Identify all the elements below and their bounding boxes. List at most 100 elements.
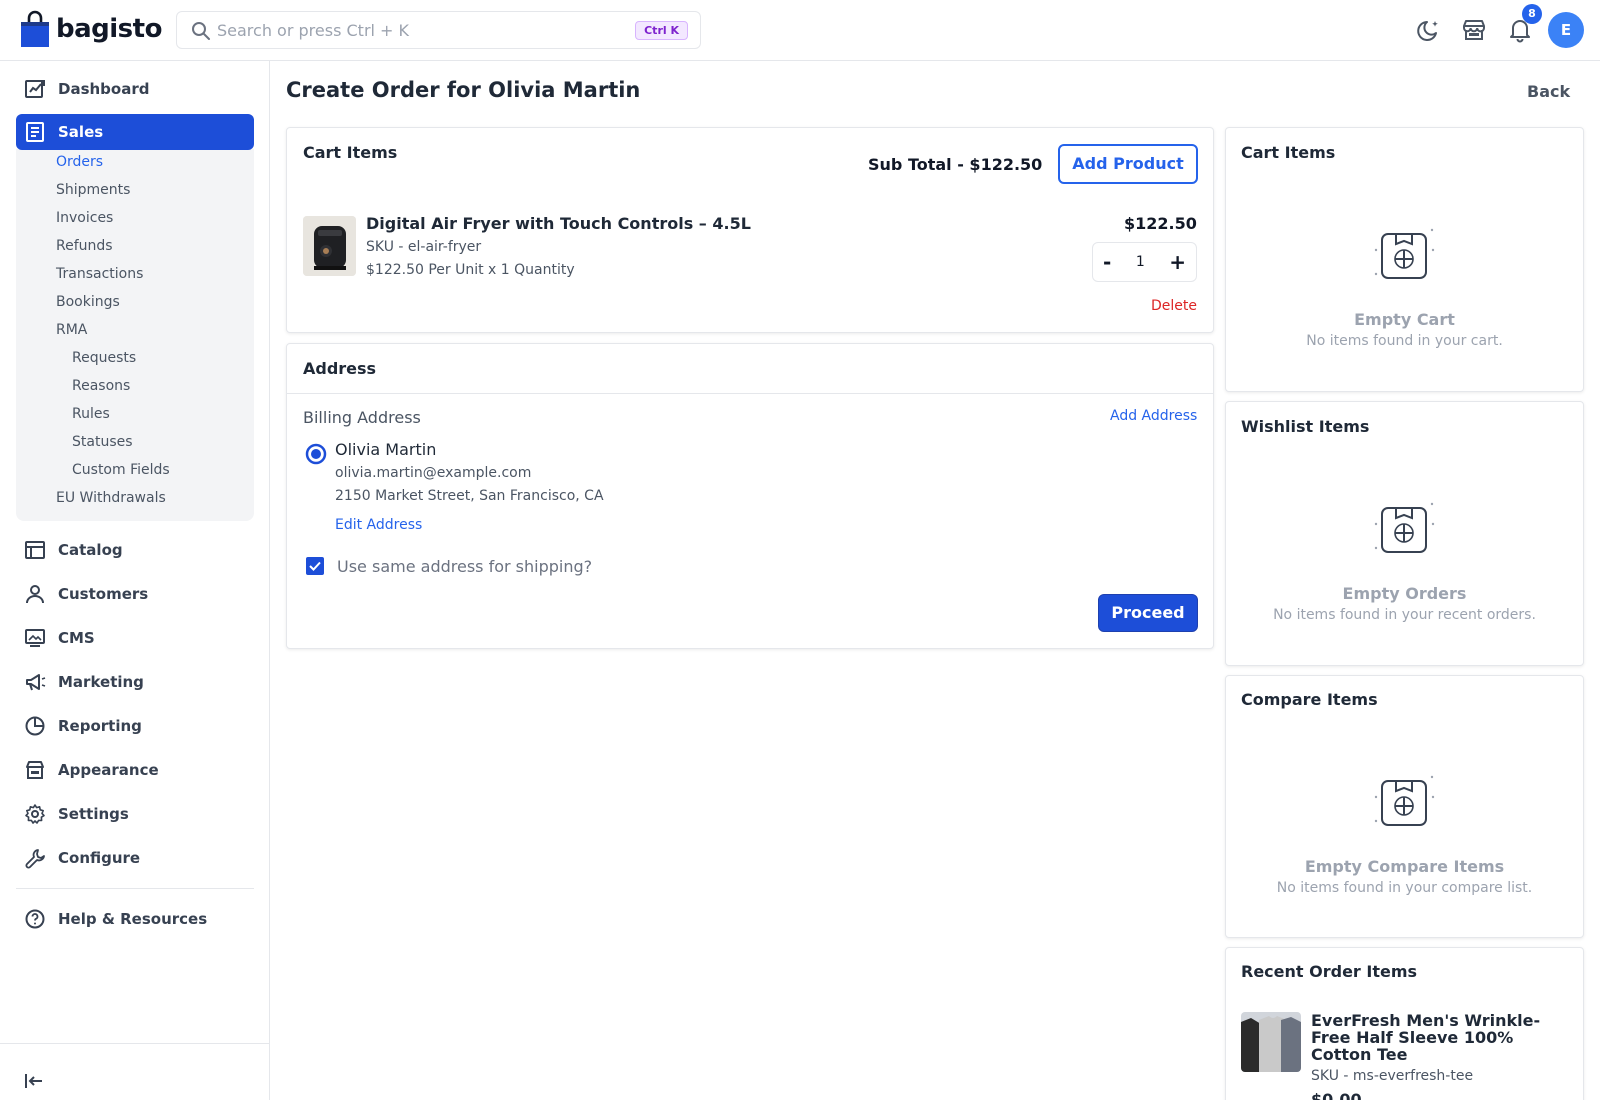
product-unit-info: $122.50 Per Unit x 1 Quantity <box>366 262 575 278</box>
sidebar-subitem-shipments[interactable]: Shipments <box>56 182 130 198</box>
back-button[interactable]: Back <box>1527 82 1570 101</box>
subtotal: Sub Total - $122.50 <box>868 155 1043 174</box>
recent-item-price: $0.00 <box>1311 1090 1362 1100</box>
sidebar-item-catalog[interactable]: Catalog <box>16 532 254 568</box>
sidebar-subitem-rma-custom-fields[interactable]: Custom Fields <box>72 462 170 478</box>
settings-icon <box>25 804 45 824</box>
sidebar-subitem-bookings[interactable]: Bookings <box>56 294 120 310</box>
sidebar-item-label: Appearance <box>58 761 159 779</box>
sidebar-item-help[interactable]: Help & Resources <box>16 901 254 937</box>
page-title: Create Order for Olivia Martin <box>286 78 641 102</box>
add-product-button[interactable]: Add Product <box>1058 144 1198 184</box>
cart-items-title: Cart Items <box>303 143 398 162</box>
catalog-icon <box>25 541 45 559</box>
sidebar-item-appearance[interactable]: Appearance <box>16 752 254 788</box>
sidebar-item-configure[interactable]: Configure <box>16 840 254 876</box>
edit-address-link[interactable]: Edit Address <box>335 517 422 533</box>
sidebar-subitem-eu-withdrawals[interactable]: EU Withdrawals <box>56 490 166 506</box>
recent-item-thumbnail <box>1241 1012 1301 1072</box>
recent-item-sku: SKU - ms-everfresh-tee <box>1311 1068 1474 1084</box>
empty-compare-text: No items found in your compare list. <box>1276 880 1533 896</box>
sidebar-subitem-rma-statuses[interactable]: Statuses <box>72 434 133 450</box>
sidebar-subitem-rma[interactable]: RMA <box>56 322 87 338</box>
sidebar-subitem-orders[interactable]: Orders <box>56 154 103 170</box>
recent-order-items-title: Recent Order Items <box>1241 962 1418 981</box>
product-sku: SKU - el-air-fryer <box>366 239 482 255</box>
sidebar-footer-divider <box>0 1043 270 1044</box>
quantity-stepper: - 1 + <box>1092 242 1197 282</box>
cart-panel-title: Cart Items <box>1241 143 1336 162</box>
product-name[interactable]: Digital Air Fryer with Touch Controls – … <box>366 214 751 233</box>
wishlist-panel-title: Wishlist Items <box>1241 417 1370 436</box>
sidebar: Dashboard Sales Orders Shipments Invoice… <box>0 61 270 1100</box>
moon-icon[interactable] <box>1416 17 1442 43</box>
decrease-quantity-button[interactable]: - <box>1103 250 1111 274</box>
address-email: olivia.martin@example.com <box>335 465 532 481</box>
empty-wishlist-icon <box>1374 502 1435 553</box>
sidebar-item-cms[interactable]: CMS <box>16 620 254 656</box>
empty-cart-text: No items found in your cart. <box>1306 333 1503 349</box>
wrench-icon <box>25 849 45 869</box>
empty-wishlist-text: No items found in your recent orders. <box>1273 607 1536 623</box>
search-shortcut-badge: Ctrl K <box>635 21 688 40</box>
air-fryer-image <box>303 216 356 276</box>
sidebar-subitem-transactions[interactable]: Transactions <box>56 266 143 282</box>
address-divider <box>287 393 1213 394</box>
proceed-button[interactable]: Proceed <box>1098 594 1198 632</box>
quantity-value[interactable]: 1 <box>1136 254 1145 270</box>
notification-count-badge: 8 <box>1522 4 1542 24</box>
sidebar-item-sales[interactable]: Sales <box>16 114 254 150</box>
sidebar-subitem-refunds[interactable]: Refunds <box>56 238 113 254</box>
sidebar-item-label: Help & Resources <box>58 910 208 928</box>
sidebar-item-customers[interactable]: Customers <box>16 576 254 612</box>
sidebar-item-label: Settings <box>58 805 129 823</box>
sidebar-item-label: Dashboard <box>58 80 150 98</box>
sidebar-subitem-rma-rules[interactable]: Rules <box>72 406 110 422</box>
recent-item-name[interactable]: EverFresh Men's Wrinkle-Free Half Sleeve… <box>1311 1012 1573 1063</box>
increase-quantity-button[interactable]: + <box>1169 250 1186 274</box>
compare-panel-title: Compare Items <box>1241 690 1378 709</box>
product-price: $122.50 <box>1124 214 1197 233</box>
sidebar-subitem-invoices[interactable]: Invoices <box>56 210 113 226</box>
store-icon[interactable] <box>1461 17 1487 43</box>
billing-address-label: Billing Address <box>303 408 421 427</box>
same-shipping-label[interactable]: Use same address for shipping? <box>337 557 592 576</box>
product-thumbnail <box>303 216 356 276</box>
address-name: Olivia Martin <box>335 440 437 459</box>
sidebar-subitem-rma-requests[interactable]: Requests <box>72 350 136 366</box>
shopping-bag-icon <box>21 10 49 47</box>
add-address-link[interactable]: Add Address <box>1110 408 1197 424</box>
top-header: bagisto Ctrl K 8 E <box>0 0 1600 61</box>
sidebar-item-marketing[interactable]: Marketing <box>16 664 254 700</box>
customers-icon <box>26 585 44 604</box>
tshirt-image <box>1241 1012 1301 1072</box>
sales-icon <box>26 122 44 142</box>
logo[interactable]: bagisto <box>20 10 162 48</box>
search-input[interactable] <box>217 18 607 42</box>
empty-compare-icon <box>1374 775 1435 826</box>
empty-compare-title: Empty Compare Items <box>1304 857 1505 876</box>
collapse-sidebar-icon[interactable] <box>24 1071 44 1091</box>
sidebar-item-reporting[interactable]: Reporting <box>16 708 254 744</box>
empty-cart-title: Empty Cart <box>1354 310 1455 329</box>
same-shipping-checkbox[interactable] <box>306 557 324 575</box>
logo-text: bagisto <box>56 14 162 44</box>
avatar[interactable]: E <box>1548 12 1584 48</box>
sidebar-item-label: Configure <box>58 849 141 867</box>
cms-icon <box>25 629 45 647</box>
sidebar-item-dashboard[interactable]: Dashboard <box>16 71 254 107</box>
sidebar-item-label: Customers <box>58 585 149 603</box>
help-icon <box>25 909 45 929</box>
sidebar-item-label: Reporting <box>58 717 142 735</box>
search-icon <box>192 22 210 40</box>
empty-cart-icon <box>1374 228 1435 279</box>
sidebar-divider <box>16 888 254 889</box>
appearance-icon <box>26 761 44 779</box>
sidebar-subitem-rma-reasons[interactable]: Reasons <box>72 378 130 394</box>
sidebar-item-label: Sales <box>58 123 104 141</box>
sidebar-item-settings[interactable]: Settings <box>16 796 254 832</box>
address-radio[interactable] <box>305 443 327 465</box>
delete-item-button[interactable]: Delete <box>1151 298 1197 314</box>
marketing-icon <box>26 674 46 691</box>
search-bar[interactable]: Ctrl K <box>176 11 701 49</box>
